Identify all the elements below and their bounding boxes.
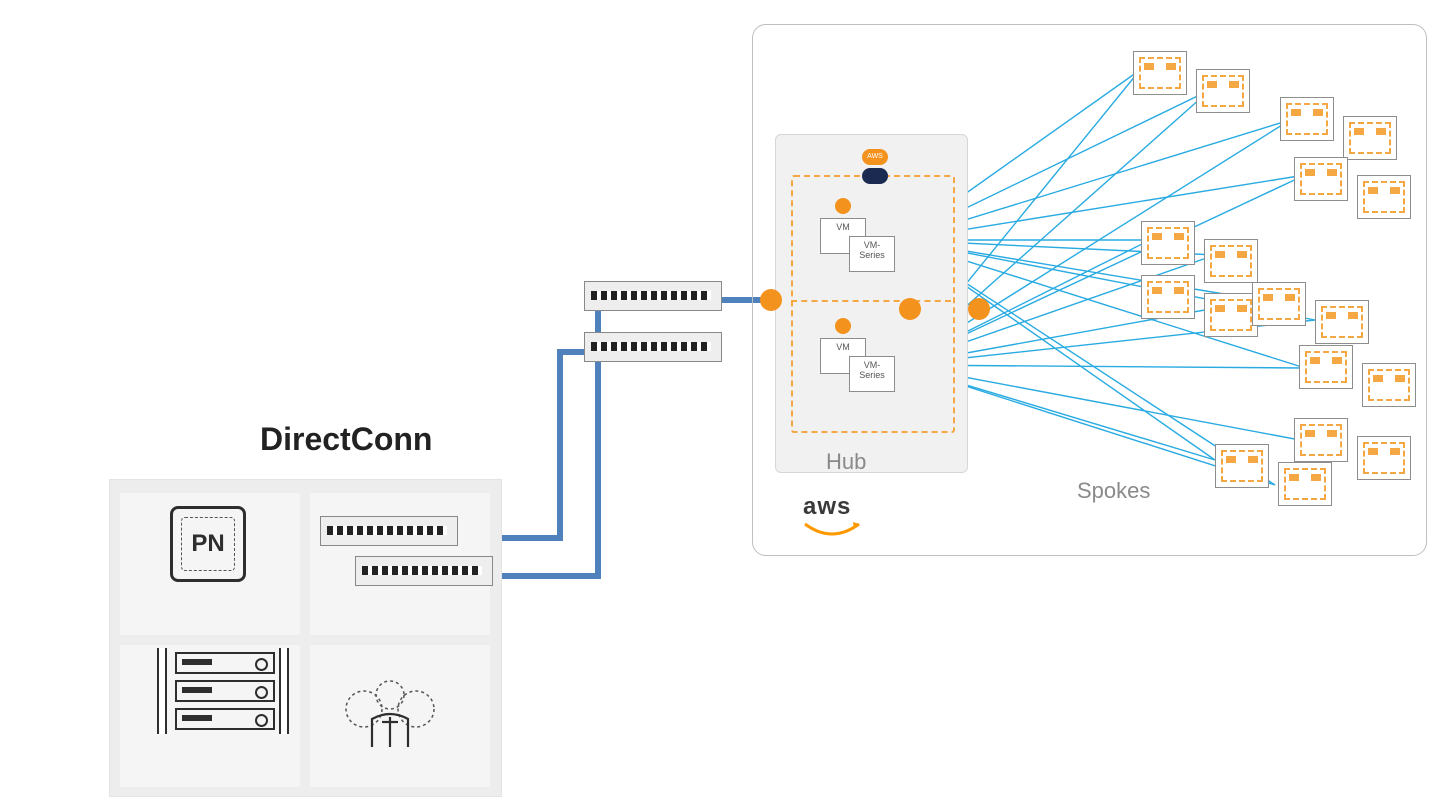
spoke-vpc <box>1315 300 1369 344</box>
panorama-icon: PN <box>170 506 246 582</box>
network-switch-icon <box>355 556 493 586</box>
network-switch-icon <box>320 516 458 546</box>
server-icon <box>175 708 275 730</box>
spoke-vpc <box>1204 239 1258 283</box>
network-switch-icon <box>584 281 722 311</box>
spoke-vpc <box>1141 275 1195 319</box>
spoke-vpc <box>1141 221 1195 265</box>
spoke-vpc <box>1343 116 1397 160</box>
spoke-vpc <box>1278 462 1332 506</box>
hub-divider <box>791 300 951 302</box>
aws-logo-text: aws <box>803 493 851 521</box>
aws-cloud-badge: AWS <box>862 149 888 165</box>
rack-rail-icon <box>157 648 167 734</box>
gateway-icon <box>968 298 990 320</box>
spoke-vpc <box>1215 444 1269 488</box>
spoke-vpc <box>1357 175 1411 219</box>
spoke-vpc <box>1196 69 1250 113</box>
panorama-label: PN <box>181 517 235 571</box>
spoke-vpc <box>1357 436 1411 480</box>
vm-series-node: VM- Series <box>849 356 895 392</box>
hub-label: Hub <box>826 449 866 475</box>
vm-series-node: VM- Series <box>849 236 895 272</box>
directconn-title: DirectConn <box>260 421 432 458</box>
spoke-vpc <box>1133 51 1187 95</box>
lock-icon <box>835 318 851 334</box>
spoke-vpc <box>1204 293 1258 337</box>
spoke-vpc <box>1294 418 1348 462</box>
spoke-vpc <box>1299 345 1353 389</box>
network-switch-icon <box>584 332 722 362</box>
spoke-vpc <box>1362 363 1416 407</box>
spoke-vpc <box>1280 97 1334 141</box>
spoke-vpc <box>1252 282 1306 326</box>
server-icon <box>175 652 275 674</box>
lock-icon <box>835 198 851 214</box>
load-balancer-icon <box>899 298 921 320</box>
users-icon <box>330 667 450 757</box>
lock-cloud-icon <box>862 168 888 184</box>
spoke-vpc <box>1294 157 1348 201</box>
aws-smile-icon <box>803 522 861 540</box>
hub-dashed-zone <box>791 175 955 433</box>
rack-rail-icon <box>279 648 289 734</box>
spokes-label: Spokes <box>1077 478 1150 504</box>
direct-connect-icon <box>760 289 782 311</box>
server-icon <box>175 680 275 702</box>
